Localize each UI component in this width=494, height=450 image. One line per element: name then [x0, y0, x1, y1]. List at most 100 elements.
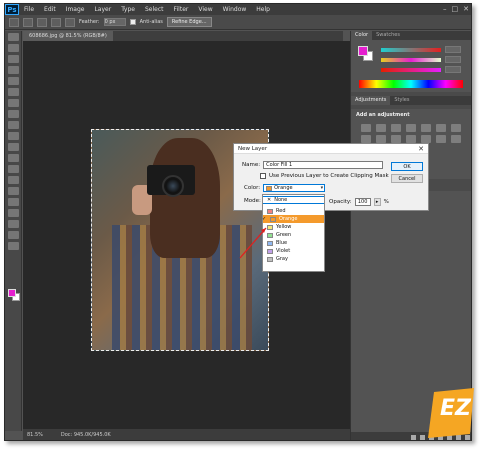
close-icon[interactable]: ✕: [418, 145, 424, 153]
brush-tool-icon[interactable]: [7, 110, 19, 118]
feather-input[interactable]: 0 px: [103, 18, 126, 26]
menu-image[interactable]: Image: [61, 6, 90, 13]
menu-file[interactable]: File: [19, 6, 39, 13]
vibrance-icon[interactable]: [421, 124, 431, 132]
foreground-color-swatch[interactable]: [8, 289, 16, 297]
levels-icon[interactable]: [376, 124, 386, 132]
close-button[interactable]: ✕: [463, 5, 469, 13]
eraser-tool-icon[interactable]: [7, 143, 19, 151]
new-selection-icon[interactable]: [23, 17, 33, 27]
adjustments-title: Add an adjustment: [356, 112, 410, 118]
red-slider[interactable]: [381, 48, 441, 52]
intersect-selection-icon[interactable]: [65, 17, 75, 27]
tab-styles[interactable]: Styles: [390, 96, 413, 105]
dialog-title-bar: New Layer ✕: [234, 144, 428, 154]
menu-window[interactable]: Window: [218, 6, 252, 13]
pen-tool-icon[interactable]: [7, 187, 19, 195]
clone-stamp-tool-icon[interactable]: [7, 121, 19, 129]
crop-tool-icon[interactable]: [7, 77, 19, 85]
color-option-label: Orange: [279, 216, 298, 222]
channel-mixer-icon[interactable]: [391, 135, 401, 143]
color-select[interactable]: Orange ▾: [263, 184, 326, 192]
zoom-tool-icon[interactable]: [7, 242, 19, 250]
antialias-checkbox[interactable]: [129, 19, 136, 25]
clipping-mask-checkbox[interactable]: [260, 173, 266, 179]
lasso-tool-preset-icon[interactable]: [9, 17, 19, 27]
orange-swatch: [270, 216, 276, 222]
menu-view[interactable]: View: [193, 6, 217, 13]
layer-name-input[interactable]: Color Fill 1: [263, 161, 384, 169]
hand-tool-icon[interactable]: [7, 231, 19, 239]
color-option-label: Blue: [276, 240, 288, 246]
color-option-label: Red: [276, 208, 286, 214]
dodge-tool-icon[interactable]: [7, 176, 19, 184]
link-layers-icon[interactable]: [411, 434, 416, 440]
eyedropper-tool-icon[interactable]: [7, 88, 19, 96]
adjustments-panel-tabs: Adjustments Styles: [351, 96, 471, 105]
color-option-red[interactable]: Red: [263, 207, 324, 215]
ez-watermark-text: EZ: [440, 396, 471, 421]
color-option-none[interactable]: ✕ None: [263, 196, 324, 204]
shape-tool-icon[interactable]: [7, 220, 19, 228]
opacity-arrow-icon[interactable]: ▸: [373, 198, 381, 206]
panel-foreground-swatch[interactable]: [358, 46, 368, 56]
feather-label: Feather:: [79, 19, 100, 25]
gradient-tool-icon[interactable]: [7, 154, 19, 162]
posterize-icon[interactable]: [436, 135, 446, 143]
green-slider[interactable]: [381, 58, 441, 62]
none-icon: ✕: [267, 197, 272, 203]
marquee-tool-icon[interactable]: [7, 44, 19, 52]
invert-icon[interactable]: [421, 135, 431, 143]
clipping-mask-label: Use Previous Layer to Create Clipping Ma…: [269, 173, 389, 179]
color-lookup-icon[interactable]: [406, 135, 416, 143]
ok-button[interactable]: OK: [391, 162, 423, 171]
red-value[interactable]: [445, 46, 461, 53]
exposure-icon[interactable]: [406, 124, 416, 132]
threshold-icon[interactable]: [451, 135, 461, 143]
window-controls: – □ ✕: [443, 5, 469, 13]
color-spectrum[interactable]: [359, 80, 463, 88]
curves-icon[interactable]: [391, 124, 401, 132]
document-tab[interactable]: 608686.jpg @ 81.5% (RGB/8#): [23, 31, 113, 41]
brightness-contrast-icon[interactable]: [361, 124, 371, 132]
opacity-row: Opacity: 100 ▸ %: [329, 198, 389, 206]
tab-color[interactable]: Color: [351, 31, 373, 40]
menu-filter[interactable]: Filter: [169, 6, 194, 13]
color-balance-icon[interactable]: [451, 124, 461, 132]
minimize-button[interactable]: –: [443, 5, 447, 13]
quick-select-tool-icon[interactable]: [7, 66, 19, 74]
healing-tool-icon[interactable]: [7, 99, 19, 107]
tab-swatches[interactable]: Swatches: [372, 31, 404, 40]
name-label: Name:: [242, 162, 261, 168]
menu-select[interactable]: Select: [140, 6, 169, 13]
color-option-label: None: [274, 197, 288, 203]
move-tool-icon[interactable]: [7, 33, 19, 41]
menu-help[interactable]: Help: [251, 6, 275, 13]
opacity-input[interactable]: 100: [354, 198, 371, 206]
menu-layer[interactable]: Layer: [89, 6, 116, 13]
refine-edge-button[interactable]: Refine Edge...: [166, 17, 212, 27]
menu-type[interactable]: Type: [116, 6, 140, 13]
history-brush-tool-icon[interactable]: [7, 132, 19, 140]
green-value[interactable]: [445, 56, 461, 63]
black-white-icon[interactable]: [361, 135, 371, 143]
blur-tool-icon[interactable]: [7, 165, 19, 173]
menu-edit[interactable]: Edit: [39, 6, 61, 13]
path-select-tool-icon[interactable]: [7, 209, 19, 217]
right-panels: Color Swatches Adjustments Styles Add an…: [350, 31, 471, 440]
tab-adjustments[interactable]: Adjustments: [351, 96, 391, 105]
type-tool-icon[interactable]: [7, 198, 19, 206]
color-select-value: Orange: [274, 185, 293, 191]
add-selection-icon[interactable]: [37, 17, 47, 27]
photo-filter-icon[interactable]: [376, 135, 386, 143]
subtract-selection-icon[interactable]: [51, 17, 61, 27]
antialias-label: Anti-alias: [139, 19, 163, 25]
cancel-button[interactable]: Cancel: [391, 174, 423, 183]
zoom-level[interactable]: 81.5%: [27, 432, 43, 438]
maximize-button[interactable]: □: [452, 5, 459, 13]
hue-saturation-icon[interactable]: [436, 124, 446, 132]
chevron-down-icon: ▾: [320, 185, 324, 191]
blue-slider[interactable]: [381, 68, 441, 72]
blue-value[interactable]: [445, 66, 461, 73]
lasso-tool-icon[interactable]: [7, 55, 19, 63]
